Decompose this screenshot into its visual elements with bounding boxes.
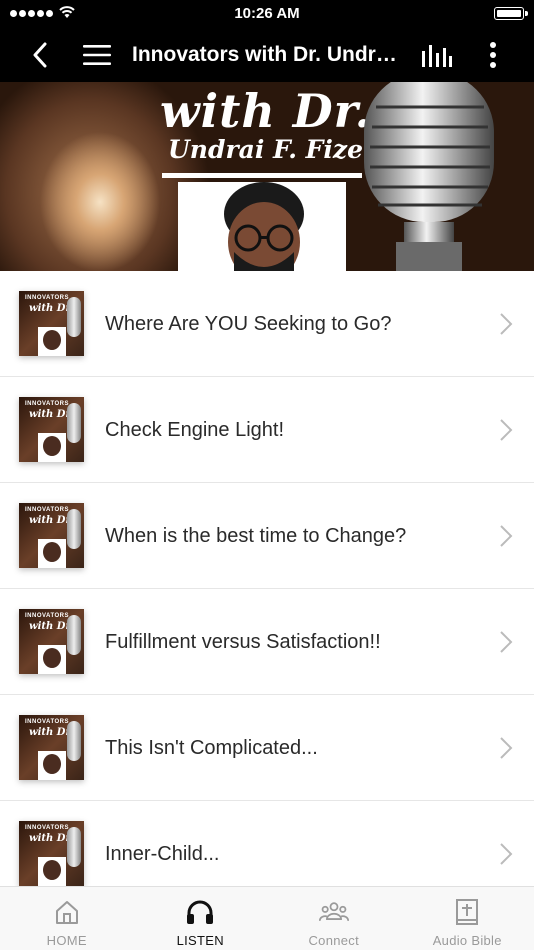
group-icon (318, 897, 349, 927)
chevron-right-icon (500, 843, 513, 865)
more-options-button[interactable] (478, 28, 508, 82)
banner-line-1: with Dr. (160, 84, 372, 138)
thumbnail-label: INNOVATORS (25, 613, 70, 619)
thumbnail-mic (67, 509, 81, 549)
list-item[interactable]: INNOVATORS with Dr. This Isn't Complicat… (0, 695, 534, 801)
chevron-right-icon (500, 313, 513, 335)
tab-home[interactable]: HOME (0, 887, 134, 950)
episode-thumbnail: INNOVATORS with Dr. (19, 397, 84, 462)
page-title: Innovators with Dr. Undrai F. Fizer (132, 43, 408, 66)
list-item[interactable]: INNOVATORS with Dr. Check Engine Light! (0, 377, 534, 483)
tab-home-label: HOME (46, 933, 87, 948)
equalizer-bars-icon (422, 45, 452, 67)
episode-thumbnail: INNOVATORS with Dr. (19, 609, 84, 674)
thumbnail-label: INNOVATORS (25, 295, 70, 301)
now-playing-button[interactable] (418, 28, 454, 82)
thumbnail-label: INNOVATORS (25, 507, 70, 513)
tab-audio-bible-label: Audio Bible (432, 933, 502, 948)
episode-thumbnail: INNOVATORS with Dr. (19, 821, 84, 886)
home-icon (52, 897, 82, 927)
thumbnail-label: INNOVATORS (25, 401, 70, 407)
banner-title: with Dr. Undrai F. Fizer (160, 86, 376, 164)
tab-connect[interactable]: Connect (267, 887, 401, 950)
thumbnail-face (38, 433, 66, 462)
episode-title: When is the best time to Change? (105, 525, 407, 547)
episode-thumbnail: INNOVATORS with Dr. (19, 291, 84, 356)
nav-bar: Innovators with Dr. Undrai F. Fizer (0, 28, 534, 82)
tab-listen[interactable]: LISTEN (134, 887, 268, 950)
tab-bar: HOME LISTEN Connect Audio Bible (0, 886, 534, 950)
status-bar: 10:26 AM (0, 0, 534, 28)
episode-title: Fulfillment versus Satisfaction!! (105, 631, 381, 653)
banner-line-2: Undrai F. Fizer (168, 135, 377, 164)
headphones-icon (185, 897, 215, 927)
back-button[interactable] (24, 28, 56, 82)
chevron-right-icon (500, 737, 513, 759)
thumbnail-mic (67, 615, 81, 655)
thumbnail-label: INNOVATORS (25, 719, 70, 725)
thumbnail-mic (67, 297, 81, 337)
thumbnail-face (38, 327, 66, 356)
vertical-dots-icon (490, 42, 496, 68)
episode-thumbnail: INNOVATORS with Dr. (19, 715, 84, 780)
thumbnail-face (38, 751, 66, 780)
status-time: 10:26 AM (234, 5, 300, 22)
list-item[interactable]: INNOVATORS with Dr. Where Are YOU Seekin… (0, 271, 534, 377)
chevron-right-icon (500, 419, 513, 441)
podcast-banner: with Dr. Undrai F. Fizer (0, 82, 534, 271)
chevron-right-icon (500, 525, 513, 547)
thumbnail-mic (67, 721, 81, 761)
list-item[interactable]: INNOVATORS with Dr. Fulfillment versus S… (0, 589, 534, 695)
thumbnail-mic (67, 827, 81, 867)
menu-button[interactable] (80, 28, 114, 82)
host-portrait (178, 182, 346, 271)
thumbnail-label: INNOVATORS (25, 825, 70, 831)
tab-audio-bible[interactable]: Audio Bible (401, 887, 534, 950)
episode-thumbnail: INNOVATORS with Dr. (19, 503, 84, 568)
thumbnail-face (38, 539, 66, 568)
battery-full-icon (494, 7, 528, 20)
chevron-right-icon (500, 631, 513, 653)
chevron-left-icon (33, 42, 47, 68)
bible-icon (452, 897, 482, 927)
list-item[interactable]: INNOVATORS with Dr. When is the best tim… (0, 483, 534, 589)
episode-title: Check Engine Light! (105, 419, 285, 441)
thumbnail-face (38, 645, 66, 674)
thumbnail-face (38, 857, 66, 886)
episode-title: Where Are YOU Seeking to Go? (105, 313, 392, 335)
banner-divider (162, 173, 362, 178)
hamburger-menu-icon (83, 45, 111, 65)
tab-listen-label: LISTEN (176, 933, 224, 948)
microphone-image (364, 82, 494, 271)
episode-list: INNOVATORS with Dr. Where Are YOU Seekin… (0, 271, 534, 907)
episode-title: This Isn't Complicated... (105, 737, 318, 759)
thumbnail-mic (67, 403, 81, 443)
tab-connect-label: Connect (308, 933, 360, 948)
